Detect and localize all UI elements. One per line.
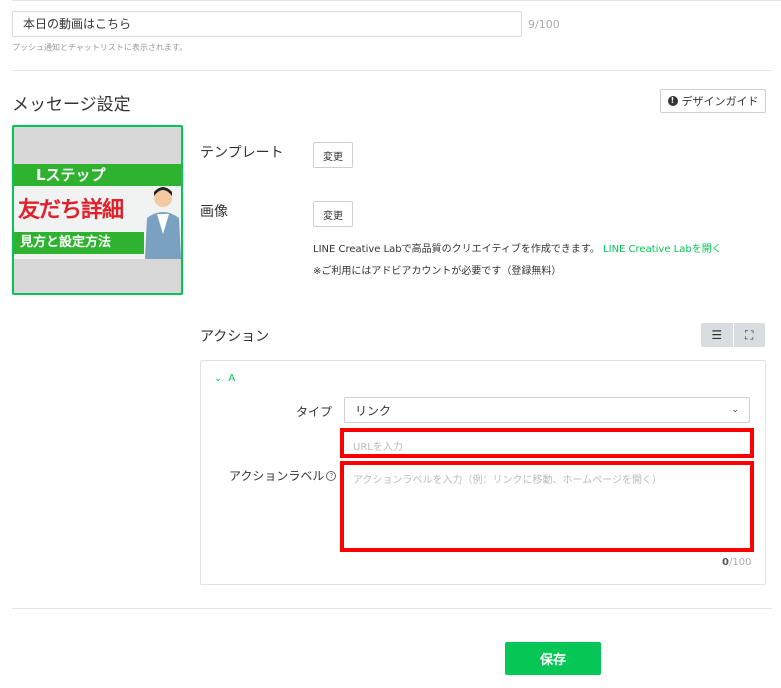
section-title: メッセージ設定 <box>12 95 131 115</box>
template-label: テンプレート <box>200 145 284 161</box>
message-preview[interactable]: Lステップ 友だち詳細 見方と設定方法 <box>12 125 183 295</box>
image-label: 画像 <box>200 204 228 220</box>
action-title: アクション <box>200 329 270 345</box>
alt-text-help: プッシュ通知とチャットリストに表示されます。 <box>12 43 188 52</box>
url-highlight: URLを入力 <box>340 428 754 458</box>
type-label: タイプ <box>296 405 333 419</box>
preview-line3: 見方と設定方法 <box>14 232 144 254</box>
info-icon: ! <box>667 96 678 106</box>
count-current: 0 <box>722 557 729 568</box>
section-divider <box>12 70 772 71</box>
chevron-down-icon: ⌄ <box>731 405 739 415</box>
action-label-label: アクションラベル ? <box>229 467 337 484</box>
image-change-button[interactable]: 変更 <box>313 201 353 227</box>
template-change-button[interactable]: 変更 <box>313 142 353 168</box>
design-guide-button[interactable]: ! デザインガイド <box>660 89 766 113</box>
creative-lab-link[interactable]: LINE Creative Labを開く <box>603 244 722 255</box>
action-a-label: A <box>228 373 236 384</box>
person-illustration <box>145 187 181 259</box>
top-divider <box>12 0 781 1</box>
help-icon[interactable]: ? <box>326 470 337 481</box>
design-guide-label: デザインガイド <box>681 95 759 108</box>
save-button[interactable]: 保存 <box>505 642 601 675</box>
alt-text-count: 9/100 <box>528 18 560 31</box>
action-label-input[interactable]: アクションラベルを入力（例：リンクに移動、ホームページを開く） <box>347 468 747 545</box>
alt-text-input[interactable]: 本日の動画はこちら <box>12 11 522 37</box>
type-value: リンク <box>355 403 392 418</box>
footer-divider <box>12 608 772 609</box>
type-select[interactable]: リンク ⌄ <box>344 397 750 423</box>
preview-line2: 友だち詳細 <box>18 198 124 223</box>
creative-lab-text: LINE Creative Labで高品質のクリエイティブを作成できます。 <box>313 244 600 255</box>
action-a-toggle[interactable]: ⌄ A <box>214 373 235 384</box>
preview-image: Lステップ 友だち詳細 見方と設定方法 <box>14 164 181 259</box>
adobe-note: ※ご利用にはアドビアカウントが必要です（登録無料） <box>313 266 562 277</box>
expand-view-icon[interactable]: ⛶ <box>732 323 766 347</box>
count-max: /100 <box>728 557 752 568</box>
view-toggle[interactable]: ☰ ⛶ <box>701 323 765 347</box>
url-input[interactable]: URLを入力 <box>347 435 747 453</box>
action-label-text: アクションラベル <box>229 469 325 483</box>
preview-line1: Lステップ <box>14 164 181 186</box>
action-label-count: 0/100 <box>722 557 751 568</box>
creative-lab-note: LINE Creative Labで高品質のクリエイティブを作成できます。 LI… <box>313 240 722 255</box>
list-view-icon[interactable]: ☰ <box>701 323 733 347</box>
action-label-highlight: アクションラベルを入力（例：リンクに移動、ホームページを開く） <box>340 461 754 552</box>
chevron-down-icon: ⌄ <box>214 373 223 384</box>
